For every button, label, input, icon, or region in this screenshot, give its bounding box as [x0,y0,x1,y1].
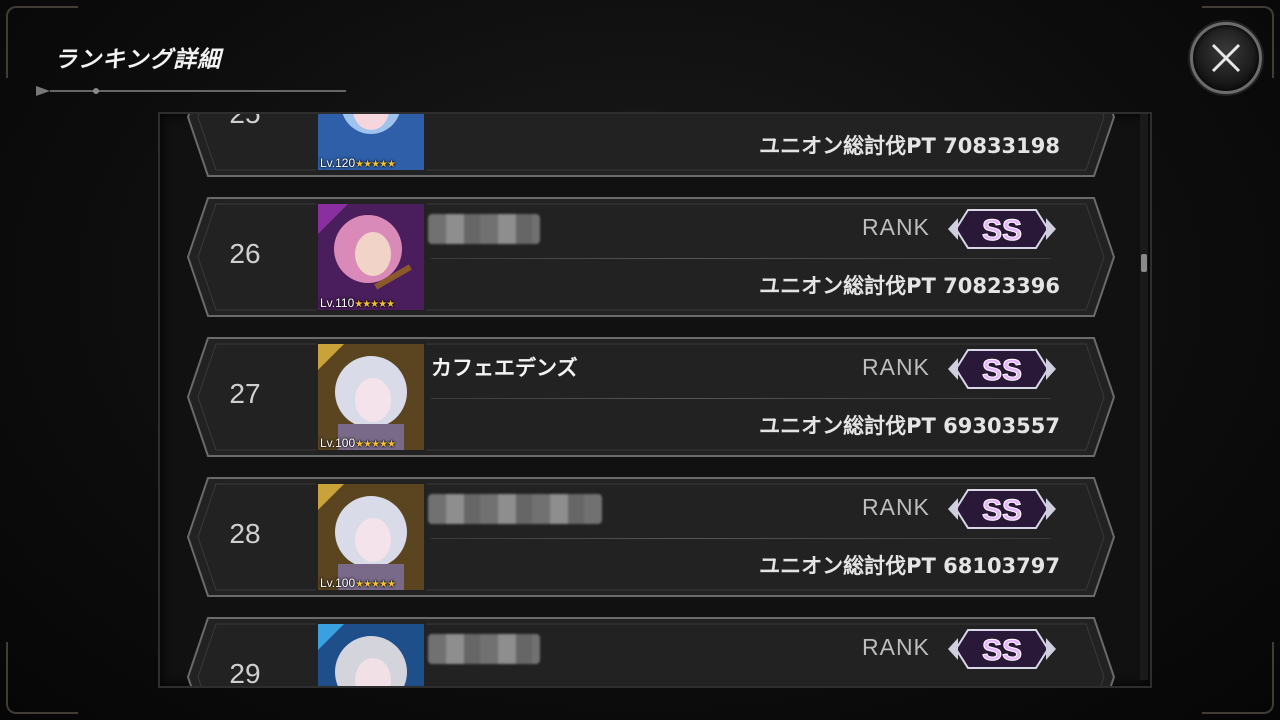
player-name: カフェエデンズ [431,356,578,380]
row-divider [431,398,1051,399]
score-text: ユニオン総討伐PT 70823396 [759,274,1060,298]
rank-badge-ss: SS [948,629,1056,669]
avatar-level: Lv.120★★★★★ [320,156,396,170]
avatar-level: Lv.100★★★★★ [320,576,396,590]
close-button[interactable] [1190,22,1262,94]
rank-badge-ss: SS [948,489,1056,529]
ranking-row[interactable]: 26 Lv.110★★★★★ RANK SS ユニオン総討伐PT 7082339… [186,196,1116,318]
rank-number: 27 [229,378,261,409]
svg-text:SS: SS [982,214,1022,247]
svg-text:SS: SS [982,494,1022,527]
rank-badge-ss: SS [948,209,1056,249]
rank-badge-ss: SS [948,349,1056,389]
rank-number: 28 [229,518,261,549]
row-divider [431,538,1051,539]
avatar[interactable]: Lv.120★★★★★ [316,114,426,172]
player-name-redacted [428,634,540,664]
player-name-redacted [428,494,602,524]
close-icon [1211,43,1241,73]
svg-text:SS: SS [982,354,1022,387]
title-underline [36,86,346,96]
ranking-row[interactable]: 28 Lv.100★★★★★ RANK SS ユニオン総討伐PT 6810379… [186,476,1116,598]
scrollbar-track[interactable] [1140,114,1148,680]
avatar-level: Lv.110★★★★★ [320,296,395,310]
svg-text:SS: SS [982,634,1022,667]
avatar-portrait [318,344,424,450]
player-name-redacted [428,214,540,244]
ranking-row[interactable]: 25 Lv.120★★★★★ ユニオン総討伐PT 70833198 [186,112,1116,178]
frame-ornament [1202,642,1274,714]
avatar[interactable] [316,622,426,686]
avatar-portrait [318,484,424,590]
rank-number: 25 [229,112,261,129]
rank-number: 29 [229,658,261,688]
score-text: ユニオン総討伐PT 68103797 [759,554,1060,578]
score-text: ユニオン総討伐PT 69303557 [759,414,1060,438]
ranking-row[interactable]: 29 RANK SS [186,616,1116,688]
avatar[interactable]: Lv.100★★★★★ [316,342,426,452]
ranking-list[interactable]: 25 Lv.120★★★★★ ユニオン総討伐PT 70833198 26 Lv.… [158,112,1152,688]
avatar[interactable]: Lv.100★★★★★ [316,482,426,592]
rank-label: RANK [862,494,930,520]
rank-label: RANK [862,634,930,660]
score-text: ユニオン総討伐PT 70833198 [759,134,1060,158]
avatar[interactable]: Lv.110★★★★★ [316,202,426,312]
avatar-portrait [318,204,424,310]
page-title: ランキング詳細 [54,47,222,73]
rank-label: RANK [862,354,930,380]
frame-ornament [6,642,78,714]
rank-number: 26 [229,238,261,269]
avatar-level: Lv.100★★★★★ [320,436,396,450]
row-divider [431,258,1051,259]
rank-label: RANK [862,214,930,240]
ranking-row[interactable]: 27 Lv.100★★★★★ カフェエデンズ RANK SS ユニオン総討伐PT… [186,336,1116,458]
avatar-portrait [318,624,424,686]
scrollbar-thumb[interactable] [1141,254,1147,272]
